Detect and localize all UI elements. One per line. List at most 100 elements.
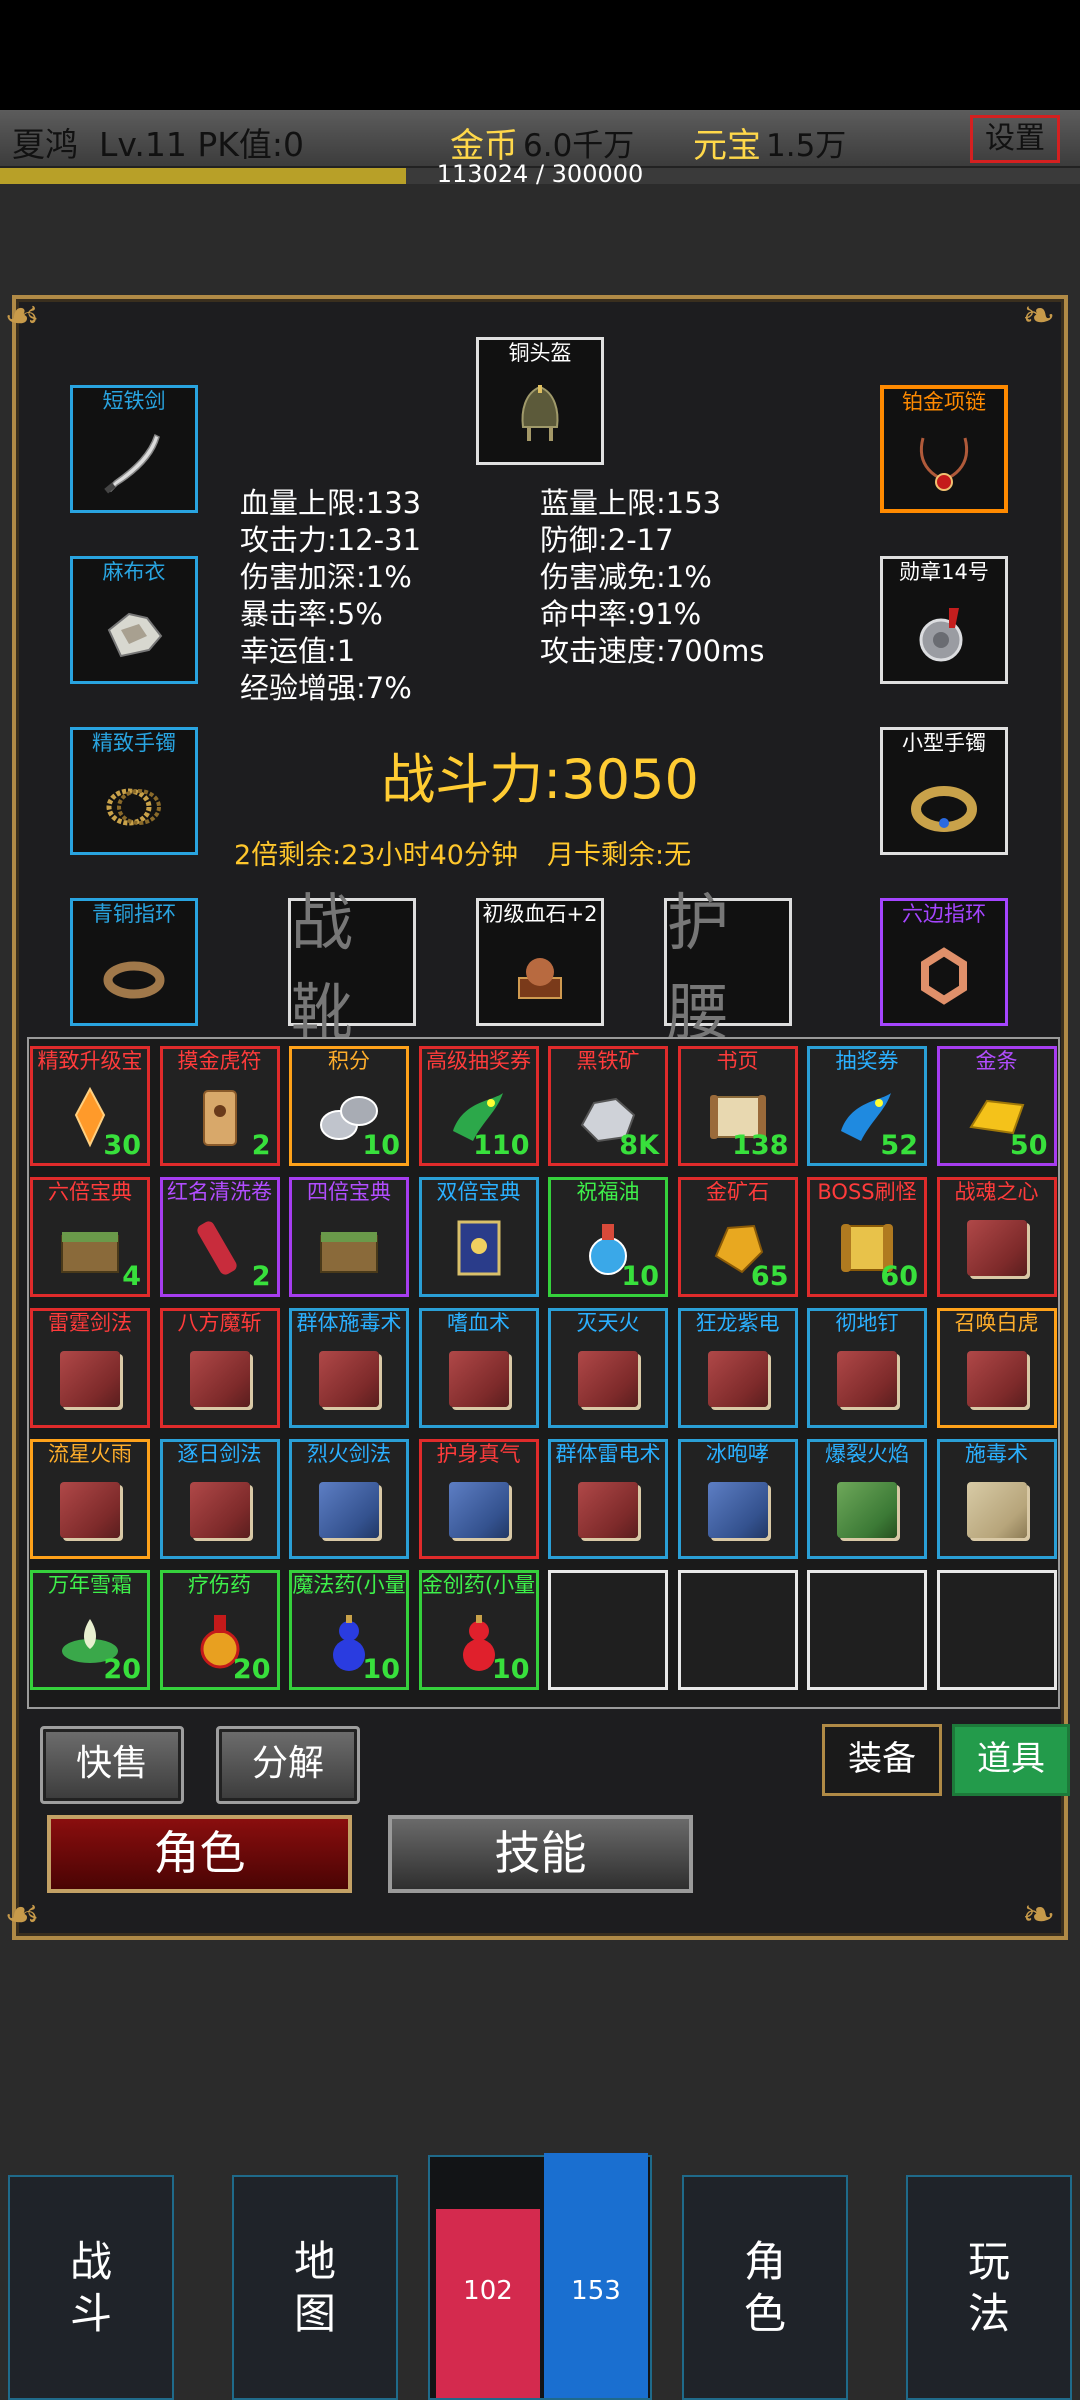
inventory-slot[interactable]: 高级抽奖券 110	[418, 1046, 539, 1166]
role-button[interactable]: 角色	[47, 1815, 352, 1893]
tan-book-icon	[961, 1474, 1033, 1546]
item-count: 138	[732, 1130, 789, 1161]
inventory-slot[interactable]: 黑铁矿 8K	[548, 1046, 668, 1166]
inventory-slot[interactable]: 爆裂火焰	[807, 1439, 927, 1559]
item-name: 祝福油	[576, 1180, 640, 1204]
book-cover	[578, 1482, 638, 1539]
item-count: 30	[103, 1130, 141, 1161]
inventory-slot[interactable]: 祝福油 10	[548, 1177, 668, 1297]
item-name: 四倍宝典	[307, 1180, 391, 1204]
inventory-slot[interactable]: 烈火剑法	[289, 1439, 409, 1559]
inventory-slot[interactable]: 流星火雨	[30, 1439, 150, 1559]
item-name: BOSS刷怪	[817, 1180, 917, 1204]
red-book-icon	[702, 1343, 774, 1415]
item-name: 摸金虎符	[177, 1049, 262, 1073]
inventory-slot[interactable]: 精致升级宝 30	[30, 1046, 150, 1166]
inventory-slot-empty[interactable]	[548, 1570, 668, 1690]
inventory-slot[interactable]: 群体雷电术	[548, 1439, 668, 1559]
stat-exp-boost: 经验增强:7%	[240, 671, 412, 705]
equip-slot-boots[interactable]: 战靴	[288, 886, 416, 1049]
skills-button[interactable]: 技能	[388, 1815, 693, 1893]
decompose-button[interactable]: 分解	[216, 1726, 360, 1804]
inventory-slot[interactable]: 积分 10	[289, 1046, 409, 1166]
inventory-slot-empty[interactable]	[936, 1570, 1057, 1690]
nav-gameplay[interactable]: 玩 法	[906, 2175, 1072, 2400]
red-book-icon	[831, 1343, 903, 1415]
sword-icon	[104, 433, 160, 494]
tab-equipment[interactable]: 装备	[822, 1724, 942, 1796]
inventory-slot[interactable]: 双倍宝典	[418, 1177, 539, 1297]
tiger-tally-icon	[184, 1081, 256, 1153]
inventory-slot[interactable]: 六倍宝典 4	[30, 1177, 150, 1297]
book-cover	[837, 1351, 897, 1408]
inventory-slot[interactable]: 魔法药(小量 10	[289, 1570, 409, 1690]
inventory-slot[interactable]: 金矿石 65	[677, 1177, 798, 1297]
boots-placeholder: 战靴	[291, 886, 354, 1049]
inventory-slot[interactable]: 金条 50	[936, 1046, 1057, 1166]
equip-slot-ring-right[interactable]: 六边指环	[880, 898, 1008, 1026]
inventory-slot[interactable]: 摸金虎符 2	[159, 1046, 280, 1166]
nav-battle[interactable]: 战 斗	[8, 2175, 174, 2400]
inventory-slot[interactable]: 疗伤药 20	[159, 1570, 280, 1690]
quick-sell-button[interactable]: 快售	[40, 1726, 184, 1804]
inventory-slot[interactable]: 抽奖券 52	[807, 1046, 927, 1166]
equip-label: 六边指环	[902, 902, 986, 926]
book-cover	[189, 1482, 250, 1539]
stat-crit: 暴击率:5%	[240, 597, 383, 631]
item-count: 10	[362, 1654, 400, 1685]
equip-slot-helmet[interactable]: 铜头盔	[476, 337, 604, 465]
nav-role[interactable]: 角 色	[682, 2175, 848, 2400]
inventory-slot-empty[interactable]	[807, 1570, 927, 1690]
inventory-slot[interactable]: 红名清洗卷 2	[159, 1177, 280, 1297]
equip-slot-necklace[interactable]: 铂金项链	[880, 385, 1008, 513]
item-count: 10	[621, 1261, 659, 1292]
inventory-slot[interactable]: 战魂之心	[936, 1177, 1057, 1297]
inventory-slot[interactable]: 彻地钉	[807, 1308, 927, 1428]
equip-slot-ring-left[interactable]: 青铜指环	[70, 898, 198, 1026]
item-count: 20	[103, 1654, 141, 1685]
inventory-slot-empty[interactable]	[677, 1570, 798, 1690]
inventory-slot[interactable]: 四倍宝典	[289, 1177, 409, 1297]
inventory-slot[interactable]: 八方魔斩	[159, 1308, 280, 1428]
item-name: 红名清洗卷	[167, 1180, 272, 1204]
item-name: 黑铁矿	[576, 1049, 640, 1073]
equip-slot-weapon[interactable]: 短铁剑	[70, 385, 198, 513]
inventory-slot[interactable]: 狂龙紫电	[677, 1308, 798, 1428]
red-book-icon	[184, 1474, 256, 1546]
inventory-slot[interactable]: 冰咆哮	[677, 1439, 798, 1559]
inventory-slot[interactable]: 召唤白虎	[936, 1308, 1057, 1428]
inventory-slot[interactable]: 嗜血术	[418, 1308, 539, 1428]
equip-slot-belt[interactable]: 护腰	[664, 886, 792, 1049]
inventory-slot[interactable]: 施毒术	[936, 1439, 1057, 1559]
blue-book-icon	[443, 1474, 515, 1546]
corner-ornament-icon: ❧	[1022, 1892, 1056, 1938]
item-count: 60	[880, 1261, 918, 1292]
armor-icon	[107, 612, 163, 657]
item-name: 逐日剑法	[177, 1442, 262, 1466]
equip-slot-medal[interactable]: 勋章14号	[880, 556, 1008, 684]
inventory-slot[interactable]: 灭天火	[548, 1308, 668, 1428]
stat-damage-increase: 伤害加深:1%	[240, 560, 412, 594]
equip-label: 麻布衣	[102, 560, 166, 584]
inventory-slot[interactable]: 群体施毒术	[289, 1308, 409, 1428]
equip-slot-armor[interactable]: 麻布衣	[70, 556, 198, 684]
inventory-slot[interactable]: 护身真气	[418, 1439, 539, 1559]
item-name: 万年雪霜	[48, 1573, 132, 1597]
tab-items[interactable]: 道具	[952, 1724, 1070, 1796]
inventory-slot[interactable]: 雷霆剑法	[30, 1308, 150, 1428]
inventory-grid: 精致升级宝 30 摸金虎符 2 积分 10 高级抽奖券 110 黑铁矿 8K 书页 138 抽奖券 52 金…	[27, 1037, 1060, 1709]
inventory-slot[interactable]: BOSS刷怪 60	[807, 1177, 927, 1297]
settings-button[interactable]: 设置	[970, 115, 1060, 163]
equip-slot-gem[interactable]: 初级血石+2	[476, 898, 604, 1026]
inventory-slot[interactable]: 万年雪霜 20	[30, 1570, 150, 1690]
book-cover	[319, 1482, 379, 1539]
item-name: 金条	[975, 1049, 1018, 1073]
inventory-slot[interactable]: 金创药(小量 10	[418, 1570, 539, 1690]
item-name: 冰咆哮	[706, 1442, 769, 1466]
stat-hp: 血量上限:133	[240, 486, 422, 520]
item-name: 流星火雨	[48, 1442, 132, 1466]
inventory-slot[interactable]: 逐日剑法	[159, 1439, 280, 1559]
inventory-slot[interactable]: 书页 138	[677, 1046, 798, 1166]
equip-label: 勋章14号	[899, 560, 989, 584]
nav-map[interactable]: 地 图	[232, 2175, 398, 2400]
